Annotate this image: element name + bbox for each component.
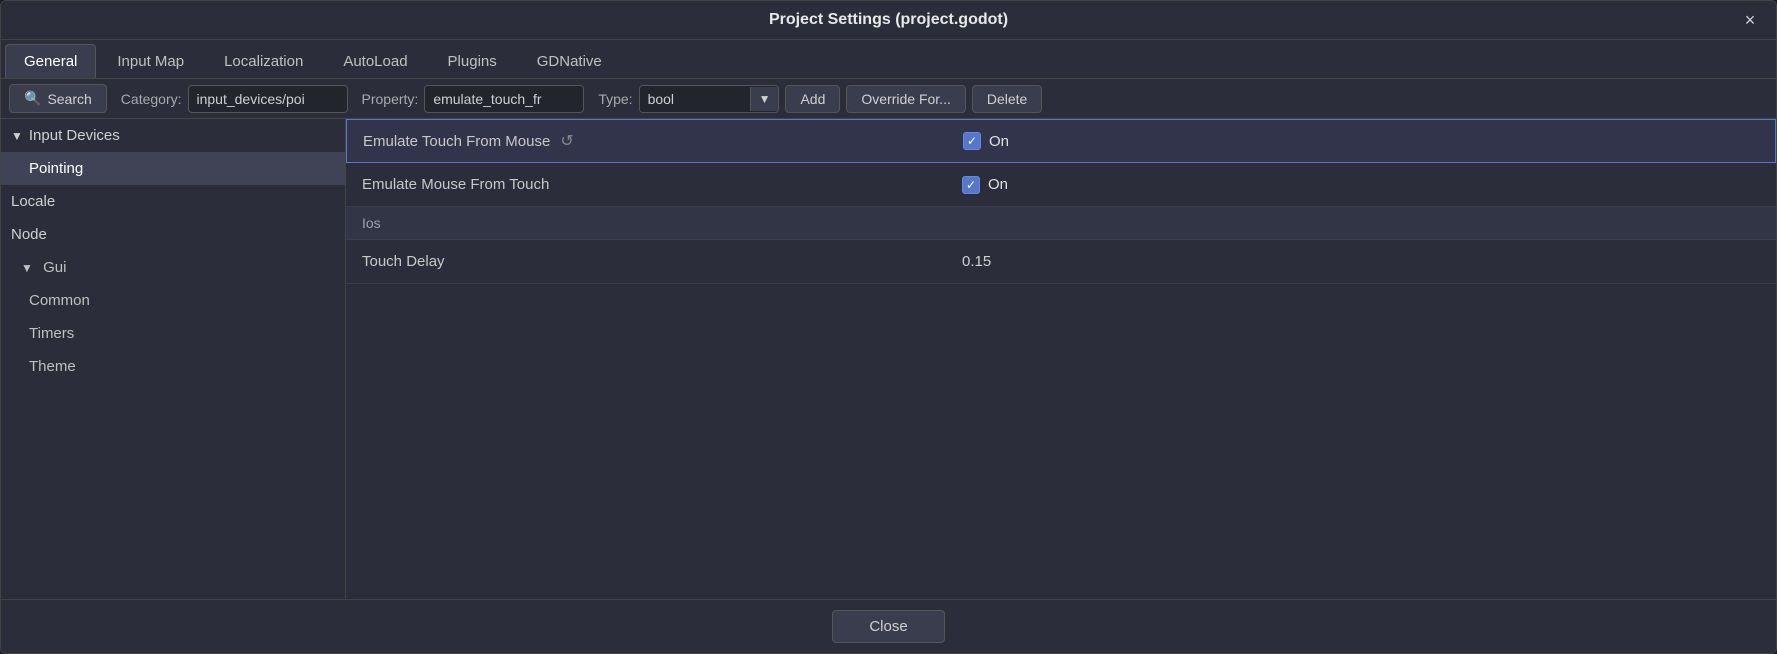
checkmark-icon: ✓: [963, 132, 981, 150]
close-dialog-button[interactable]: Close: [832, 610, 944, 643]
property-input[interactable]: [424, 85, 584, 113]
sidebar-item-theme[interactable]: Theme: [1, 350, 345, 383]
type-select[interactable]: bool int float String: [640, 86, 750, 112]
reset-icon[interactable]: ↺: [560, 131, 573, 151]
setting-name-touch-delay: Touch Delay: [346, 243, 946, 280]
title-bar: Project Settings (project.godot) ×: [1, 1, 1776, 40]
project-settings-dialog: Project Settings (project.godot) × Gener…: [0, 0, 1777, 654]
section-header-ios: Ios: [346, 207, 1776, 240]
tab-plugins[interactable]: Plugins: [429, 44, 516, 78]
tab-general[interactable]: General: [5, 44, 96, 78]
property-label: Property:: [362, 91, 419, 107]
override-button[interactable]: Override For...: [846, 85, 965, 113]
dialog-close-button[interactable]: ×: [1736, 6, 1764, 34]
type-dropdown-arrow-icon[interactable]: ▼: [750, 87, 779, 111]
table-row: Touch Delay 0.15: [346, 240, 1776, 284]
tab-input-map[interactable]: Input Map: [98, 44, 203, 78]
type-label: Type:: [598, 91, 632, 107]
dialog-title: Project Settings (project.godot): [769, 11, 1008, 29]
sidebar-group-node[interactable]: Node: [1, 218, 345, 251]
checkbox-on-2[interactable]: ✓ On: [962, 176, 1008, 194]
chevron-down-icon: ▼: [11, 129, 23, 143]
category-label: Category:: [121, 91, 182, 107]
tab-gdnative[interactable]: GDNative: [518, 44, 621, 78]
sidebar-group-input-devices[interactable]: ▼ Input Devices: [1, 119, 345, 152]
tab-autoload[interactable]: AutoLoad: [324, 44, 426, 78]
main-content: ▼ Input Devices Pointing Locale Node ▼ G…: [1, 119, 1776, 599]
add-button[interactable]: Add: [785, 85, 840, 113]
bottom-bar: Close: [1, 599, 1776, 653]
checkmark-icon-2: ✓: [962, 176, 980, 194]
sidebar: ▼ Input Devices Pointing Locale Node ▼ G…: [1, 119, 346, 599]
tab-bar: General Input Map Localization AutoLoad …: [1, 40, 1776, 79]
category-input[interactable]: [188, 85, 348, 113]
delete-button[interactable]: Delete: [972, 85, 1042, 113]
sidebar-item-common[interactable]: Common: [1, 284, 345, 317]
chevron-down-icon-gui: ▼: [21, 261, 33, 275]
type-select-wrapper: bool int float String ▼: [639, 85, 780, 113]
toolbar: 🔍 Search Category: Property: Type: bool …: [1, 79, 1776, 119]
setting-value-emulate-touch: ✓ On: [947, 122, 1775, 160]
checkbox-on[interactable]: ✓ On: [963, 132, 1009, 150]
table-row: Emulate Touch From Mouse ↺ ✓ On: [346, 119, 1776, 163]
sidebar-item-timers[interactable]: Timers: [1, 317, 345, 350]
table-row: Emulate Mouse From Touch ✓ On: [346, 163, 1776, 207]
search-icon: 🔍: [24, 90, 41, 107]
setting-name-emulate-mouse: Emulate Mouse From Touch: [346, 166, 946, 203]
tab-localization[interactable]: Localization: [205, 44, 322, 78]
setting-name-emulate-touch: Emulate Touch From Mouse ↺: [347, 121, 947, 161]
search-button[interactable]: 🔍 Search: [9, 84, 107, 113]
sidebar-item-pointing[interactable]: Pointing: [1, 152, 345, 185]
setting-value-emulate-mouse: ✓ On: [946, 166, 1776, 204]
sidebar-group-locale[interactable]: Locale: [1, 185, 345, 218]
settings-panel: Emulate Touch From Mouse ↺ ✓ On Emulate …: [346, 119, 1776, 599]
sidebar-group-gui[interactable]: ▼ Gui: [1, 251, 345, 284]
setting-value-touch-delay: 0.15: [946, 243, 1776, 280]
